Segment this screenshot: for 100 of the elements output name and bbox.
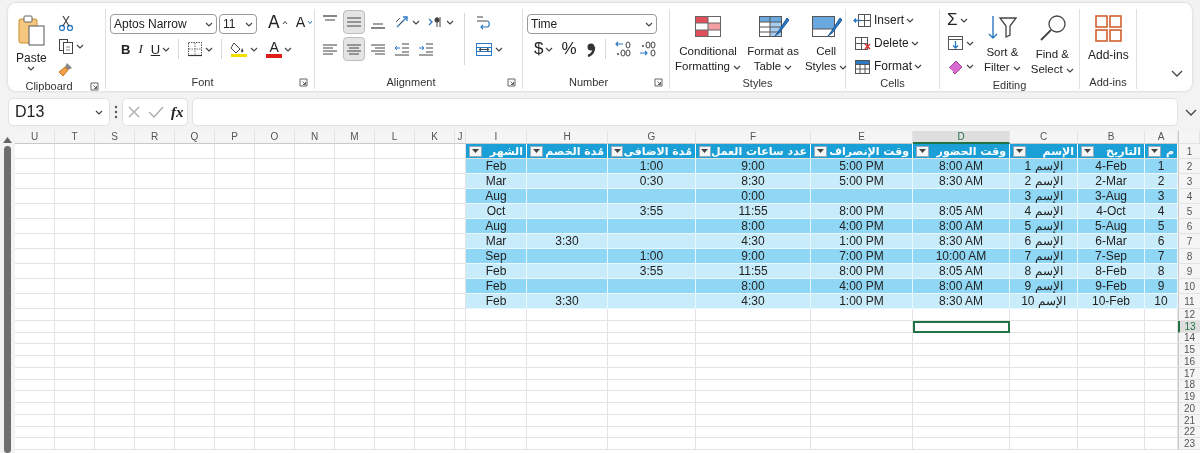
sheet-cell[interactable] [375, 204, 415, 219]
sheet-cell[interactable] [255, 320, 295, 333]
sheet-cell[interactable] [1010, 414, 1078, 427]
sheet-cell[interactable] [255, 367, 295, 380]
sheet-cell[interactable] [1010, 356, 1078, 368]
sheet-cell[interactable] [55, 391, 95, 403]
sheet-cell[interactable] [55, 264, 95, 279]
sheet-cell[interactable] [15, 332, 55, 345]
insert-cells-button[interactable]: Insert [850, 9, 925, 31]
sheet-cell[interactable] [15, 249, 55, 264]
sheet-cell[interactable] [95, 356, 135, 368]
sheet-cell[interactable] [811, 414, 913, 427]
sheet-cell[interactable] [175, 309, 215, 321]
sheet-cell[interactable] [55, 332, 95, 345]
sheet-cell[interactable] [608, 391, 696, 403]
sheet-cell[interactable] [696, 426, 811, 439]
sheet-cell[interactable] [375, 438, 415, 450]
sheet-cell[interactable] [135, 320, 175, 333]
sheet-cell[interactable] [15, 309, 55, 321]
row-header[interactable]: 11 [1178, 294, 1200, 309]
sheet-cell[interactable] [415, 414, 455, 427]
sheet-cell[interactable] [811, 391, 913, 403]
sheet-cell[interactable] [255, 294, 295, 309]
sheet-cell[interactable] [415, 294, 455, 309]
sheet-cell[interactable] [913, 379, 1010, 392]
sheet-cell[interactable] [1010, 391, 1078, 403]
sheet-cell[interactable] [255, 379, 295, 392]
sheet-cell[interactable] [135, 356, 175, 368]
sheet-cell[interactable] [215, 320, 255, 333]
sheet-cell[interactable] [135, 344, 175, 356]
sheet-cell[interactable] [375, 344, 415, 356]
sheet-cell[interactable] [375, 320, 415, 333]
sheet-cell[interactable] [335, 320, 375, 333]
column-header[interactable]: P [215, 131, 255, 144]
sheet-cell[interactable] [95, 414, 135, 427]
sheet-cell[interactable] [415, 438, 455, 450]
sheet-cell[interactable] [375, 234, 415, 249]
sheet-cell[interactable] [255, 279, 295, 294]
sheet-cell[interactable] [135, 367, 175, 380]
sheet-cell[interactable] [527, 391, 608, 403]
sheet-cell[interactable] [15, 144, 55, 159]
sheet-cell[interactable] [135, 414, 175, 427]
sheet-cell[interactable] [455, 309, 466, 321]
sheet-cell[interactable] [455, 391, 466, 403]
sheet-cell[interactable] [295, 414, 335, 427]
column-header[interactable]: T [55, 131, 95, 144]
sheet-cell[interactable] [255, 249, 295, 264]
sheet-cell[interactable] [415, 189, 455, 204]
sheet-cell[interactable] [55, 234, 95, 249]
sheet-cell[interactable] [295, 249, 335, 264]
grow-font-button[interactable]: A [265, 10, 291, 34]
sheet-cell[interactable] [255, 403, 295, 415]
shrink-font-button[interactable]: A [292, 10, 317, 34]
sheet-cell[interactable] [913, 391, 1010, 403]
column-header[interactable]: C [1010, 131, 1078, 144]
column-header[interactable]: Q [175, 131, 215, 144]
column-header[interactable]: H [527, 131, 608, 144]
sheet-cell[interactable] [135, 391, 175, 403]
sheet-cell[interactable] [135, 144, 175, 159]
sheet-cell[interactable] [375, 219, 415, 234]
sheet-cell[interactable] [455, 426, 466, 439]
sheet-cell[interactable] [15, 174, 55, 189]
sheet-cell[interactable] [811, 438, 913, 450]
sheet-cell[interactable] [375, 189, 415, 204]
sheet-cell[interactable] [335, 356, 375, 368]
sheet-cell[interactable] [55, 309, 95, 321]
sheet-cell[interactable] [175, 249, 215, 264]
italic-button[interactable]: I [135, 37, 146, 61]
sheet-cell[interactable] [811, 344, 913, 356]
sheet-cell[interactable] [215, 414, 255, 427]
sheet-cell[interactable] [175, 204, 215, 219]
sheet-cell[interactable] [1078, 344, 1145, 356]
sheet-cell[interactable] [415, 219, 455, 234]
sheet-cell[interactable] [55, 279, 95, 294]
sheet-cell[interactable] [335, 219, 375, 234]
sheet-cell[interactable] [608, 332, 696, 345]
column-header[interactable]: O [255, 131, 295, 144]
sheet-cell[interactable] [55, 344, 95, 356]
sheet-cell[interactable] [415, 249, 455, 264]
middle-align-button[interactable] [343, 10, 365, 34]
sheet-cell[interactable] [255, 344, 295, 356]
sheet-cell[interactable] [466, 403, 527, 415]
name-box[interactable]: D13 [8, 98, 110, 126]
sheet-cell[interactable] [175, 219, 215, 234]
sheet-cell[interactable] [15, 189, 55, 204]
sort-filter-button[interactable]: Sort & Filter [981, 9, 1024, 77]
row-header[interactable]: 16 [1178, 356, 1200, 368]
sheet-cell[interactable] [175, 159, 215, 174]
sheet-cell[interactable] [335, 264, 375, 279]
sheet-cell[interactable] [175, 391, 215, 403]
sheet-cell[interactable] [375, 367, 415, 380]
sheet-cell[interactable] [135, 332, 175, 345]
sheet-cell[interactable] [175, 174, 215, 189]
sheet-cell[interactable] [135, 264, 175, 279]
sheet-cell[interactable] [95, 379, 135, 392]
sheet-cell[interactable] [55, 403, 95, 415]
sheet-cell[interactable] [375, 403, 415, 415]
sheet-cell[interactable] [335, 294, 375, 309]
sheet-cell[interactable] [527, 344, 608, 356]
sheet-cell[interactable] [55, 189, 95, 204]
